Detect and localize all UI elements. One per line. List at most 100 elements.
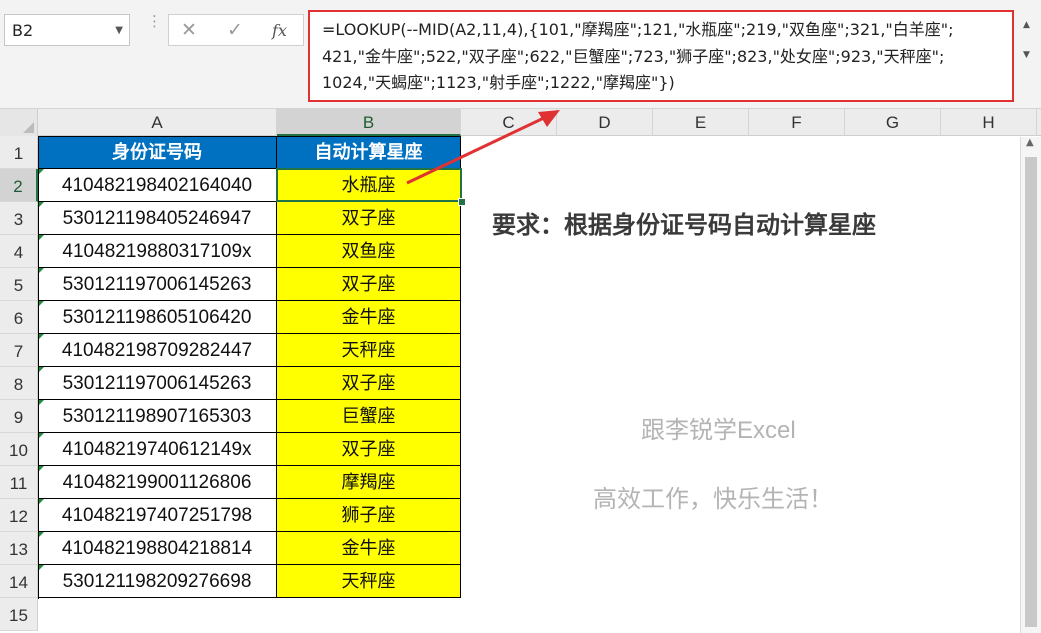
formula-line: 1024,"天蝎座";1123,"射手座";1222,"摩羯座"}) [322,73,675,92]
row-header-13[interactable]: 13 [0,532,38,565]
formula-bar-area: B2 ▼ ⋮ ✕ ✓ fx =LOOKUP(--MID(A2,11,4),{10… [0,0,1041,108]
cell-zodiac[interactable]: 天秤座 [277,334,461,367]
cell-id[interactable]: 530121198405246947 [38,202,277,235]
watermark-line-1: 跟李锐学Excel [641,417,796,444]
cell-id[interactable]: 410482199001126806 [38,466,277,499]
cell-id[interactable]: 530121197006145263 [38,367,277,400]
cell-zodiac[interactable]: 双子座 [277,202,461,235]
cell-id[interactable]: 410482197407251798 [38,499,277,532]
row-header-1[interactable]: 1 [0,136,38,169]
row-header-9[interactable]: 9 [0,400,38,433]
cell-id-text: 530121198907165303 [62,406,252,427]
column-header-b[interactable]: B [277,109,461,136]
row-header-15[interactable]: 15 [0,598,38,631]
name-box-value: B2 [12,21,34,40]
chevron-up-icon[interactable]: ▲ [1023,20,1030,30]
row-header-6[interactable]: 6 [0,301,38,334]
insert-function-icon[interactable]: fx [272,21,287,40]
cell-zodiac-text: 巨蟹座 [341,406,396,427]
vertical-scrollbar[interactable]: ▲ [1020,137,1041,633]
drag-handle-icon[interactable]: ⋮ [147,14,162,29]
requirement-text: 要求：根据身份证号码自动计算星座 [492,211,876,239]
cell-zodiac-text: 双子座 [341,373,396,394]
cell-id[interactable]: 530121198605106420 [38,301,277,334]
cell-zodiac-text: 双子座 [341,274,396,295]
column-header-bar: A B C D E F G H [0,108,1041,136]
cell-zodiac[interactable]: 巨蟹座 [277,400,461,433]
formula-bar-scroll[interactable]: ▲ ▼ [1019,14,1037,102]
row-header-5[interactable]: 5 [0,268,38,301]
row-header-14[interactable]: 14 [0,565,38,598]
formula-buttons: ✕ ✓ fx [168,14,304,46]
cell-zodiac[interactable]: 双鱼座 [277,235,461,268]
row-header-12[interactable]: 12 [0,499,38,532]
table-border [38,136,461,137]
cell-id-text: 530121198605106420 [62,307,252,328]
row-header-10[interactable]: 10 [0,433,38,466]
cell-zodiac[interactable]: 金牛座 [277,532,461,565]
cell-id[interactable]: 410482198804218814 [38,532,277,565]
header-cell-id[interactable]: 身份证号码 [38,136,277,169]
row-header-3[interactable]: 3 [0,202,38,235]
cell-zodiac-text: 狮子座 [341,505,396,526]
cell-id[interactable]: 530121198907165303 [38,400,277,433]
chevron-down-icon[interactable]: ▼ [1023,50,1030,60]
cell-id-text: 530121197006145263 [62,373,252,394]
cell-zodiac[interactable]: 天秤座 [277,565,461,598]
select-all-icon [23,122,34,133]
cell-id-text: 410482198709282447 [61,340,253,361]
cell-zodiac[interactable]: 金牛座 [277,301,461,334]
column-header-e[interactable]: E [653,109,749,136]
column-header-g[interactable]: G [845,109,941,136]
cell-zodiac[interactable]: 摩羯座 [277,466,461,499]
column-header-d[interactable]: D [557,109,653,136]
header-cell-zodiac[interactable]: 自动计算星座 [277,136,461,169]
cell-zodiac-text: 金牛座 [341,538,396,559]
cell-id-text: 41048219740612149x [62,439,252,460]
cell-zodiac[interactable]: 双子座 [277,268,461,301]
row-header-7[interactable]: 7 [0,334,38,367]
formula-line: 421,"金牛座";522,"双子座";622,"巨蟹座";723,"狮子座";… [322,46,945,66]
cell-zodiac[interactable]: 双子座 [277,433,461,466]
row-header-11[interactable]: 11 [0,466,38,499]
cell-id[interactable]: 530121197006145263 [38,268,277,301]
cell-id-text: 530121198405246947 [62,208,252,229]
cell-id[interactable]: 41048219740612149x [38,433,277,466]
cell-id[interactable]: 410482198402164040 [38,169,277,202]
cell-id[interactable]: 410482198709282447 [38,334,277,367]
cell-id-text: 410482197407251798 [61,505,253,526]
formula-line: =LOOKUP(--MID(A2,11,4),{101,"摩羯座";121,"水… [322,20,954,39]
select-all-button[interactable] [0,109,38,136]
formula-input[interactable]: =LOOKUP(--MID(A2,11,4),{101,"摩羯座";121,"水… [308,10,1014,102]
cell-id[interactable]: 41048219880317109x [38,235,277,268]
cell-zodiac-text: 金牛座 [341,307,396,328]
cell-zodiac[interactable]: 双子座 [277,367,461,400]
chevron-down-icon[interactable]: ▼ [115,25,123,36]
header-cell-zodiac-text: 自动计算星座 [314,142,423,163]
column-header-a[interactable]: A [38,109,277,136]
chevron-up-icon[interactable]: ▲ [1026,137,1034,148]
cancel-icon[interactable]: ✕ [181,19,197,41]
cell-id[interactable]: 530121198209276698 [38,565,277,598]
table-border [38,136,39,599]
cell-id-text: 410482198402164040 [61,175,253,196]
cell-zodiac[interactable]: 狮子座 [277,499,461,532]
enter-icon[interactable]: ✓ [227,19,243,41]
cell-zodiac-text: 双鱼座 [341,241,396,262]
cell-id-text: 41048219880317109x [62,241,252,262]
cell-id-text: 410482198804218814 [61,538,253,559]
active-cell-border [276,168,462,202]
row-header-4[interactable]: 4 [0,235,38,268]
row-header-2[interactable]: 2 [0,169,38,202]
name-box[interactable]: B2 ▼ [4,14,130,46]
scrollbar-thumb[interactable] [1025,157,1037,627]
fill-handle[interactable] [458,198,466,206]
column-header-h[interactable]: H [941,109,1037,136]
cell-zodiac-text: 双子座 [341,439,396,460]
row-header-8[interactable]: 8 [0,367,38,400]
column-header-f[interactable]: F [749,109,845,136]
cell-id-text: 530121198209276698 [62,571,252,592]
cell-id-text: 530121197006145263 [62,274,252,295]
cell-id-text: 410482199001126806 [62,472,252,493]
column-header-c[interactable]: C [461,109,557,136]
